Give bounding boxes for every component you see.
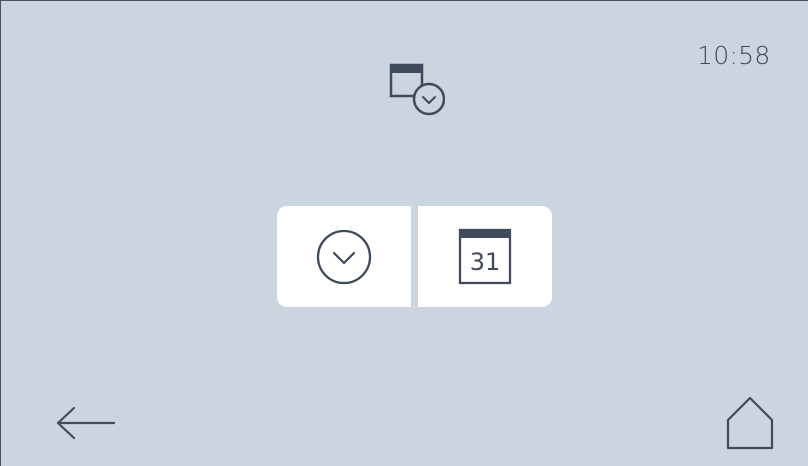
home-icon (726, 396, 774, 450)
time-date-options: 31 (277, 206, 553, 307)
time-button[interactable] (277, 206, 411, 307)
home-button[interactable] (725, 395, 775, 451)
back-arrow-icon (56, 406, 116, 440)
calendar-clock-icon (389, 63, 445, 117)
calendar-day-number: 31 (470, 248, 501, 276)
clock-icon (316, 229, 372, 284)
calendar-icon: 31 (458, 228, 512, 284)
time-date-settings-screen: 10:58 31 (0, 0, 808, 466)
back-button[interactable] (55, 405, 117, 441)
date-button[interactable]: 31 (418, 206, 552, 307)
status-time: 10:58 (697, 41, 771, 70)
